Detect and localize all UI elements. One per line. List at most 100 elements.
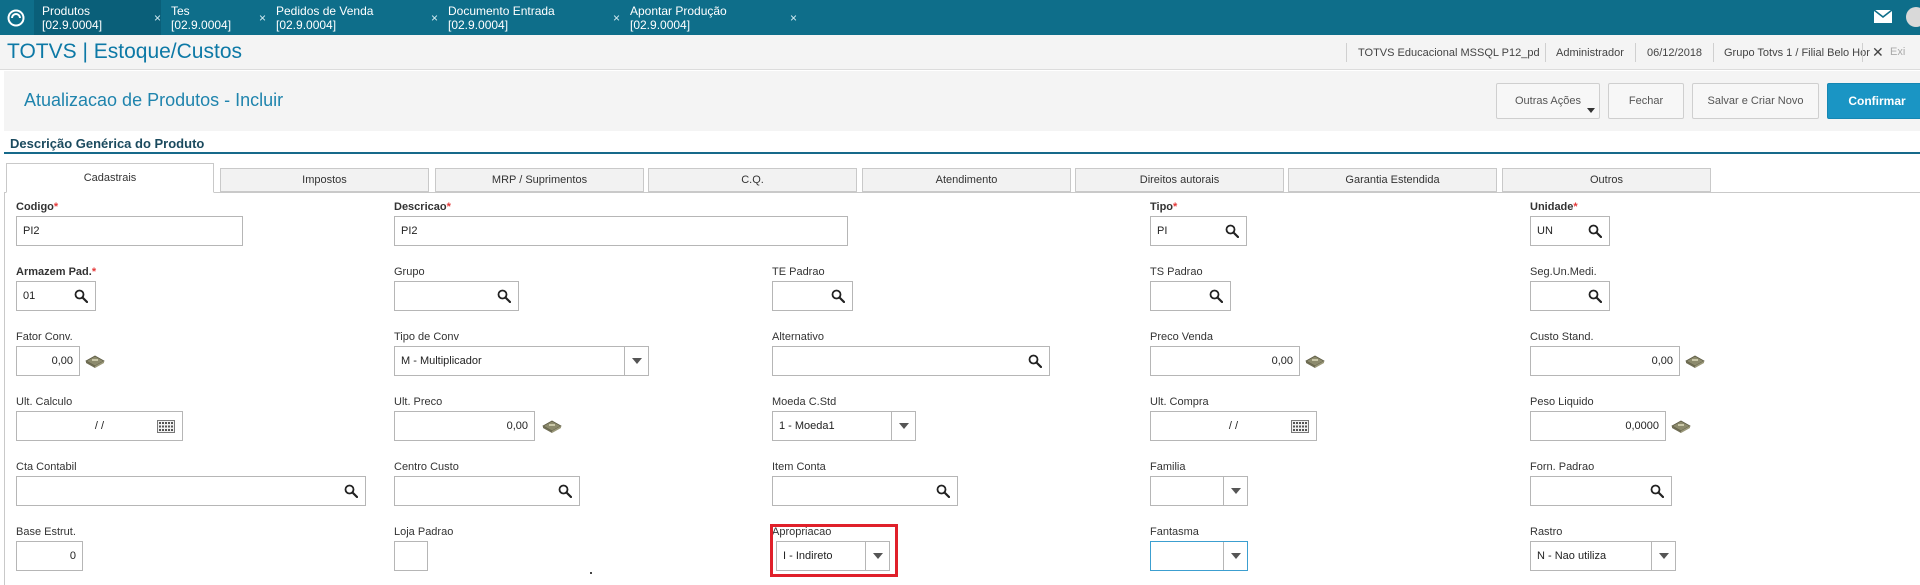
familia-select[interactable]	[1150, 476, 1248, 506]
item-conta-field[interactable]	[772, 476, 958, 506]
chevron-down-icon[interactable]	[1223, 477, 1247, 505]
calculator-icon[interactable]	[540, 420, 564, 433]
tipo-conv-value: M - Multiplicador	[401, 355, 482, 367]
descricao-field[interactable]: PI2	[394, 216, 848, 246]
search-icon[interactable]	[1028, 354, 1042, 368]
mail-icon[interactable]	[1874, 10, 1892, 23]
forn-padrao-field[interactable]	[1530, 476, 1672, 506]
section-divider	[4, 152, 1920, 154]
ult-preco-field[interactable]: 0,00	[394, 411, 535, 441]
tipo-field[interactable]: PI	[1150, 216, 1247, 246]
app-title: TOTVS | Estoque/Custos	[7, 40, 242, 63]
seg-un-label: Seg.Un.Medi.	[1530, 266, 1597, 278]
tab-cadastrais[interactable]: Cadastrais	[6, 163, 214, 193]
close-icon[interactable]: ×	[154, 11, 161, 25]
window-tab-apontar-producao[interactable]: Apontar Produção [02.9.0004] ×	[622, 0, 797, 35]
tab-cq[interactable]: C.Q.	[648, 168, 857, 192]
rastro-select[interactable]: N - Nao utiliza	[1530, 541, 1676, 571]
peso-liquido-field[interactable]: 0,0000	[1530, 411, 1666, 441]
window-tab-tes[interactable]: Tes [02.9.0004] ×	[163, 0, 266, 35]
calculator-icon[interactable]	[1303, 355, 1327, 368]
close-icon[interactable]: ×	[790, 11, 797, 25]
cursor-dot	[590, 572, 592, 574]
unidade-field[interactable]: UN	[1530, 216, 1610, 246]
search-icon[interactable]	[497, 289, 511, 303]
search-icon[interactable]	[1209, 289, 1223, 303]
moeda-cstd-label: Moeda C.Std	[772, 396, 837, 408]
search-icon[interactable]	[1650, 484, 1664, 498]
custo-stand-field[interactable]: 0,00	[1530, 346, 1680, 376]
tipo-conv-select[interactable]: M - Multiplicador	[394, 346, 649, 376]
ult-preco-value: 0,00	[506, 420, 528, 432]
tab-garantia-estendida[interactable]: Garantia Estendida	[1288, 168, 1497, 192]
chevron-down-icon	[1587, 108, 1595, 113]
search-icon[interactable]	[936, 484, 950, 498]
centro-custo-field[interactable]	[394, 476, 580, 506]
close-icon[interactable]: ×	[259, 11, 266, 25]
page-title: Atualizacao de Produtos - Incluir	[24, 90, 284, 110]
preco-venda-field[interactable]: 0,00	[1150, 346, 1300, 376]
te-padrao-field[interactable]	[772, 281, 853, 311]
calendar-icon[interactable]	[1291, 420, 1309, 433]
search-icon[interactable]	[831, 289, 845, 303]
search-icon[interactable]	[344, 484, 358, 498]
ts-padrao-field[interactable]	[1150, 281, 1231, 311]
tab-impostos[interactable]: Impostos	[220, 168, 429, 192]
totvs-home-icon[interactable]	[6, 8, 26, 28]
tipo-conv-label: Tipo de Conv	[394, 331, 460, 343]
ult-calculo-field[interactable]: / /	[16, 411, 183, 441]
window-tab-pedidos[interactable]: Pedidos de Venda [02.9.0004] ×	[268, 0, 438, 35]
window-tab-produtos[interactable]: Produtos [02.9.0004] ×	[34, 0, 161, 35]
codigo-field[interactable]: PI2	[16, 216, 243, 246]
salvar-criar-novo-button[interactable]: Salvar e Criar Novo	[1692, 83, 1819, 119]
peso-liquido-value: 0,0000	[1625, 420, 1659, 432]
exit-label[interactable]: Exi	[1890, 46, 1905, 58]
close-app-icon[interactable]: ✕	[1872, 44, 1884, 61]
moeda-cstd-select[interactable]: 1 - Moeda1	[772, 411, 916, 441]
calculator-icon[interactable]	[1683, 355, 1707, 368]
search-icon[interactable]	[74, 289, 88, 303]
fator-conv-label: Fator Conv.	[16, 331, 73, 343]
alternativo-label: Alternativo	[772, 331, 824, 343]
close-icon[interactable]: ×	[431, 11, 438, 25]
alternativo-field[interactable]	[772, 346, 1050, 376]
grupo-field[interactable]	[394, 281, 519, 311]
codigo-value: PI2	[23, 225, 40, 237]
base-estrut-field[interactable]: 0	[16, 541, 83, 571]
chevron-down-icon[interactable]	[1651, 542, 1675, 570]
cta-contabil-field[interactable]	[16, 476, 366, 506]
tab-atendimento[interactable]: Atendimento	[862, 168, 1071, 192]
search-icon[interactable]	[1588, 224, 1602, 238]
chevron-down-icon[interactable]	[891, 412, 915, 440]
chevron-down-icon[interactable]	[624, 347, 648, 375]
custo-stand-value: 0,00	[1651, 355, 1673, 367]
tab-direitos-autorais[interactable]: Direitos autorais	[1075, 168, 1284, 192]
fantasma-label: Fantasma	[1150, 526, 1199, 538]
calendar-icon[interactable]	[157, 420, 175, 433]
tipo-label: Tipo*	[1150, 201, 1178, 213]
search-icon[interactable]	[558, 484, 572, 498]
outras-acoes-button[interactable]: Outras Ações	[1496, 83, 1600, 119]
help-icon[interactable]	[1906, 7, 1920, 27]
calculator-icon[interactable]	[1669, 420, 1693, 433]
search-icon[interactable]	[1588, 289, 1602, 303]
tab-outros[interactable]: Outros	[1502, 168, 1711, 192]
window-tab-documento-entrada[interactable]: Documento Entrada [02.9.0004] ×	[440, 0, 620, 35]
ult-compra-field[interactable]: / /	[1150, 411, 1317, 441]
calculator-icon[interactable]	[83, 355, 107, 368]
confirmar-button[interactable]: Confirmar	[1827, 83, 1920, 119]
seg-un-field[interactable]	[1530, 281, 1610, 311]
loja-padrao-field[interactable]	[394, 541, 428, 571]
tab-mrp-suprimentos[interactable]: MRP / Suprimentos	[435, 168, 644, 192]
centro-custo-label: Centro Custo	[394, 461, 459, 473]
close-icon[interactable]: ×	[613, 11, 620, 25]
search-icon[interactable]	[1225, 224, 1239, 238]
rastro-value: N - Nao utiliza	[1537, 550, 1607, 562]
fantasma-select[interactable]	[1150, 541, 1248, 571]
unidade-value: UN	[1537, 225, 1553, 237]
armazem-field[interactable]: 01	[16, 281, 96, 311]
chevron-down-icon[interactable]	[1223, 542, 1247, 570]
fechar-button[interactable]: Fechar	[1608, 83, 1684, 119]
divider	[1346, 43, 1347, 62]
fator-conv-field[interactable]: 0,00	[16, 346, 80, 376]
